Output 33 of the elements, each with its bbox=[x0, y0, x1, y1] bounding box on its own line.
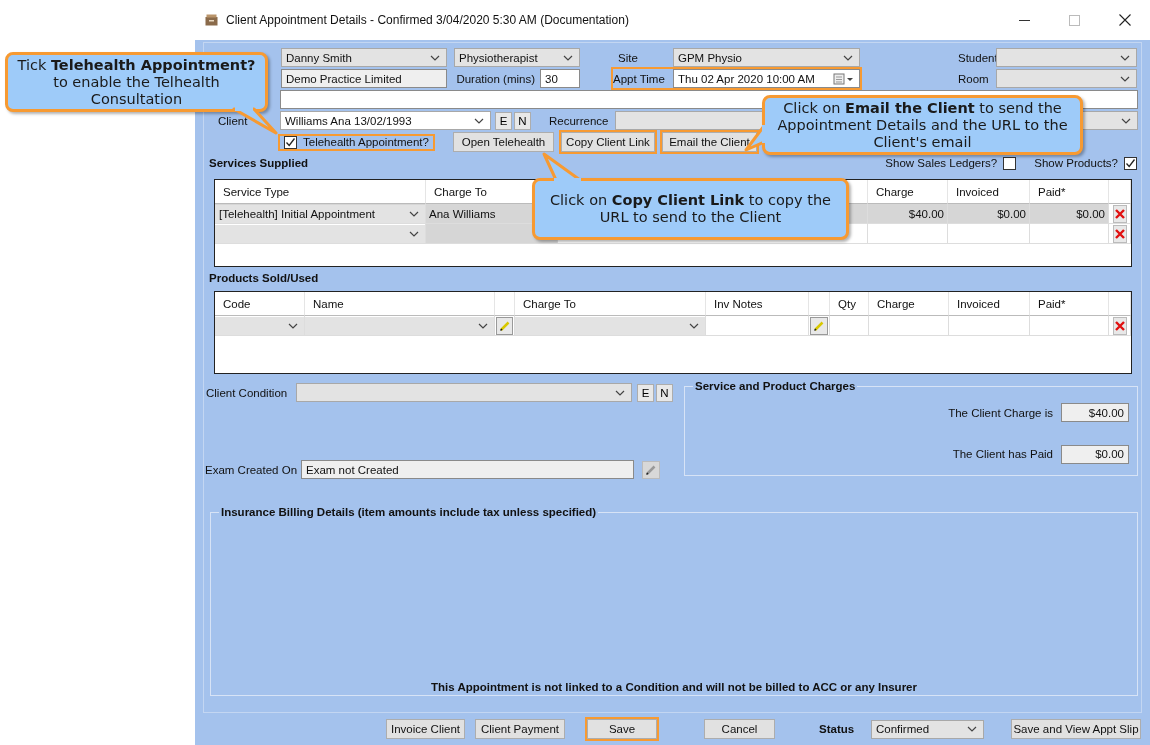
label: Client bbox=[218, 114, 249, 127]
label: The Client has Paid bbox=[952, 448, 1053, 461]
group-title: Insurance Billing Details (item amounts include tax unless specified) bbox=[220, 506, 598, 518]
column-header: Inv Notes bbox=[706, 292, 809, 316]
table-cell: $0.00 bbox=[1030, 204, 1109, 224]
table-cell: $0.00 bbox=[948, 204, 1030, 224]
column-header: Charge bbox=[869, 292, 949, 316]
window-title: Client Appointment Details - Confirmed 3/04/2020 5:30 AM (Documentation) bbox=[226, 13, 630, 27]
label: Site bbox=[618, 51, 639, 64]
label: The Client Charge is bbox=[948, 406, 1053, 419]
column-header: Name bbox=[305, 292, 495, 316]
label: Recurrence bbox=[549, 114, 610, 127]
column-header: Charge To bbox=[515, 292, 706, 316]
section-title: Services Supplied bbox=[209, 157, 309, 169]
column-header: Qty bbox=[830, 292, 869, 316]
group-title: Service and Product Charges bbox=[694, 380, 857, 392]
checkbox-label: Show Sales Ledgers? bbox=[885, 157, 998, 169]
section-title: Products Sold/Used bbox=[209, 272, 319, 284]
table-cell: $40.00 bbox=[868, 204, 948, 224]
label: Status bbox=[819, 723, 856, 735]
column-header: Code bbox=[215, 292, 305, 316]
column-header: Paid* bbox=[1030, 292, 1109, 316]
notice-text: This Appointment is not linked to a Condition and will not be billed to ACC or any Insurer bbox=[431, 681, 917, 693]
checkbox-label: Show Products? bbox=[1034, 157, 1118, 169]
callout-tooltip: Click on Email the Client to send the Appointment Details and the URL to the Client's email bbox=[762, 95, 1083, 155]
label: Room bbox=[958, 72, 990, 85]
column-header: Invoiced bbox=[949, 292, 1030, 316]
label: Client Condition bbox=[206, 386, 289, 399]
label: Appt Time bbox=[613, 72, 666, 85]
checkbox-label: Telehealth Appointment? bbox=[303, 136, 429, 148]
label: Duration (mins) bbox=[455, 72, 536, 85]
label: Student bbox=[958, 51, 996, 64]
label: Exam Created On bbox=[205, 463, 299, 476]
